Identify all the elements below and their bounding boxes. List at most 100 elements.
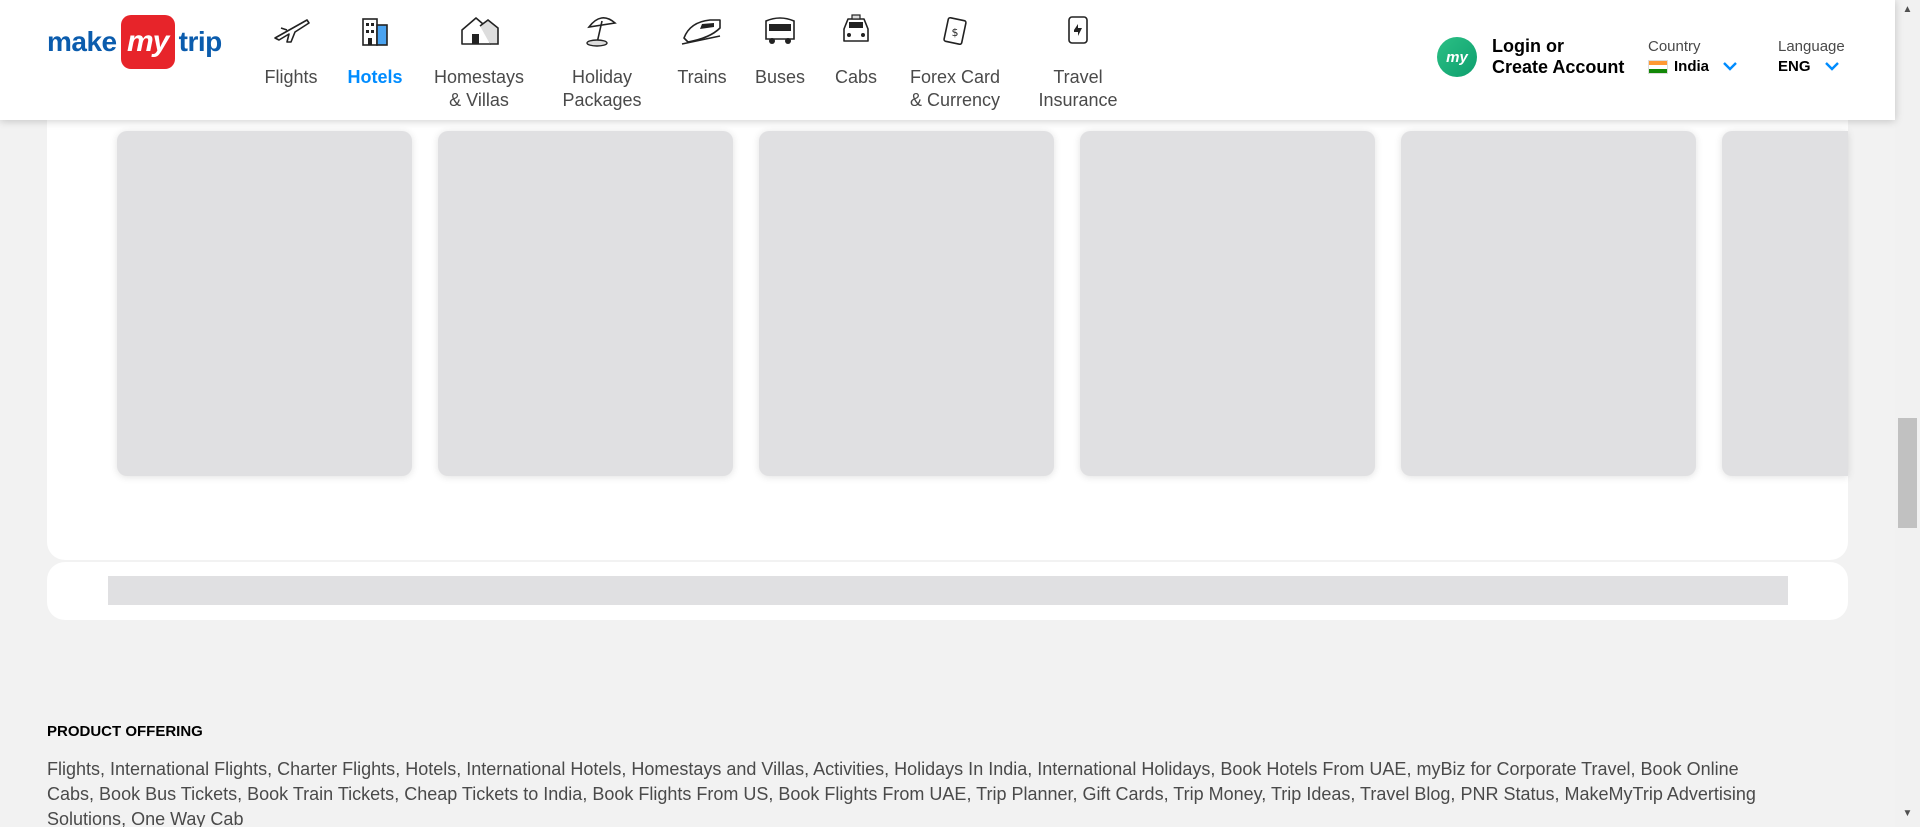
link-separator: ,	[100, 759, 111, 779]
footer-link[interactable]: PNR Status	[1460, 784, 1554, 804]
footer-link[interactable]: Travel Blog	[1360, 784, 1450, 804]
footer-link[interactable]: Homestays and Villas	[631, 759, 804, 779]
footer-link[interactable]: Hotels	[405, 759, 456, 779]
nav-hotels[interactable]: Hotels	[346, 12, 404, 89]
footer-link[interactable]: International Holidays	[1037, 759, 1210, 779]
insurance-icon	[1056, 12, 1100, 48]
nav-label: Cabs	[834, 67, 878, 87]
footer-link[interactable]: Activities	[813, 759, 884, 779]
nav-label: Hotels	[347, 67, 403, 87]
link-separator: ,	[804, 759, 814, 779]
link-separator: ,	[884, 759, 895, 779]
link-separator: ,	[1163, 784, 1174, 804]
loading-placeholder-line	[108, 576, 1788, 605]
airplane-icon	[269, 12, 313, 48]
house-icon	[457, 12, 501, 48]
product-offering-title: PRODUCT OFFERING	[47, 723, 203, 740]
logo-trip-text: trip	[178, 26, 223, 57]
footer-link[interactable]: Book Train Tickets	[247, 784, 394, 804]
link-separator: ,	[1027, 759, 1038, 779]
nav-homestays[interactable]: Homestays & Villas	[432, 12, 526, 112]
nav-buses[interactable]: Buses	[755, 12, 805, 89]
logo-my-text: my	[126, 25, 169, 58]
nav-forex[interactable]: $ Forex Card & Currency	[906, 12, 1004, 112]
link-separator: ,	[456, 759, 467, 779]
link-separator: ,	[267, 759, 278, 779]
footer-link[interactable]: Flights	[47, 759, 100, 779]
country-value: India	[1674, 58, 1710, 75]
scrollbar-thumb[interactable]	[1898, 418, 1917, 528]
language-caption: Language	[1778, 38, 1845, 55]
footer-link[interactable]: Trip Ideas	[1271, 784, 1350, 804]
language-value: ENG	[1778, 58, 1811, 75]
footer-link[interactable]: Book Hotels From UAE	[1220, 759, 1406, 779]
footer-link[interactable]: International Hotels	[466, 759, 621, 779]
loading-placeholder-card	[1401, 131, 1696, 476]
link-separator: ,	[1072, 784, 1083, 804]
footer-link[interactable]: myBiz for Corporate Travel	[1416, 759, 1630, 779]
footer-link[interactable]: International Flights	[110, 759, 267, 779]
link-separator: ,	[89, 784, 100, 804]
language-selector[interactable]: Language ENG	[1778, 38, 1845, 75]
language-value-row: ENG	[1778, 58, 1845, 75]
chevron-down-icon	[1723, 58, 1737, 75]
nav-trains[interactable]: Trains	[677, 12, 727, 89]
link-separator: ,	[1450, 784, 1461, 804]
nav-label: Forex Card & Currency	[909, 67, 1001, 110]
logo-badge: my	[120, 15, 175, 69]
footer-link[interactable]: Gift Cards	[1083, 784, 1164, 804]
nav-label: Travel Insurance	[1038, 67, 1118, 110]
nav-label: Homestays & Villas	[433, 67, 525, 110]
hotel-building-icon	[353, 12, 397, 48]
link-separator: ,	[582, 784, 593, 804]
nav-label: Holiday Packages	[562, 67, 642, 110]
nav-flights[interactable]: Flights	[264, 12, 318, 89]
link-separator: ,	[394, 784, 405, 804]
loading-bar-card	[47, 562, 1848, 620]
nav-label: Trains	[677, 67, 727, 87]
footer-link[interactable]: One Way Cab	[131, 809, 243, 827]
page-scrollbar[interactable]: ▲ ▼	[1895, 0, 1920, 827]
bus-icon	[758, 12, 802, 48]
footer-link[interactable]: Trip Money	[1173, 784, 1261, 804]
link-separator: ,	[121, 809, 132, 827]
loading-placeholder-card	[1080, 131, 1375, 476]
footer-link[interactable]: Book Bus Tickets	[99, 784, 237, 804]
link-separator: ,	[1210, 759, 1221, 779]
svg-text:$: $	[952, 26, 959, 39]
country-selector[interactable]: Country India	[1648, 38, 1737, 75]
link-separator: ,	[621, 759, 632, 779]
logo-make-text: make	[47, 26, 117, 57]
link-separator: ,	[1350, 784, 1361, 804]
mmt-avatar-icon: my	[1437, 37, 1477, 77]
link-separator: ,	[237, 784, 248, 804]
loading-placeholder-card	[117, 131, 412, 476]
beach-umbrella-icon	[580, 12, 624, 48]
footer-link[interactable]: Trip Planner	[976, 784, 1072, 804]
footer-link[interactable]: Book Flights From US	[592, 784, 768, 804]
footer-link[interactable]: Charter Flights	[277, 759, 395, 779]
login-create-account[interactable]: my Login or Create Account	[1437, 36, 1624, 78]
product-offering-links: Flights, International Flights, Charter …	[47, 757, 1787, 827]
link-separator: ,	[1554, 784, 1565, 804]
country-value-row: India	[1648, 58, 1737, 75]
scroll-down-arrow-icon[interactable]: ▼	[1901, 808, 1914, 819]
scroll-up-arrow-icon[interactable]: ▲	[1901, 4, 1914, 15]
footer-link[interactable]: Holidays In India	[894, 759, 1027, 779]
nav-travel-insurance[interactable]: Travel Insurance	[1034, 12, 1122, 112]
link-separator: ,	[1261, 784, 1271, 804]
link-separator: ,	[1406, 759, 1417, 779]
login-label: Login or Create Account	[1492, 36, 1625, 77]
footer-link[interactable]: Cheap Tickets to India	[404, 784, 582, 804]
nav-label: Buses	[754, 67, 806, 87]
chevron-down-icon	[1824, 58, 1839, 75]
link-separator: ,	[395, 759, 406, 779]
footer-link[interactable]: Book Flights From UAE	[778, 784, 966, 804]
makemytrip-logo[interactable]: make my trip	[47, 14, 222, 70]
link-separator: ,	[768, 784, 779, 804]
india-flag-icon	[1648, 59, 1668, 74]
loading-placeholder-card	[759, 131, 1054, 476]
link-separator: ,	[1630, 759, 1641, 779]
nav-holiday-packages[interactable]: Holiday Packages	[562, 12, 642, 112]
nav-cabs[interactable]: Cabs	[833, 12, 879, 89]
